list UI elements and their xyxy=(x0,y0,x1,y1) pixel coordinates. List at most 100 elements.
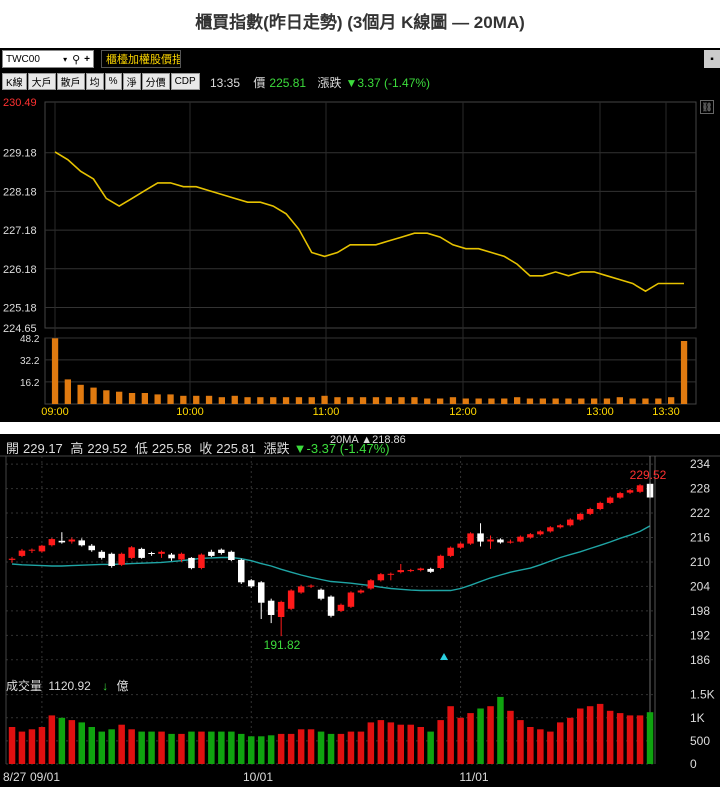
candle-body xyxy=(18,550,26,556)
candle-body xyxy=(616,493,624,498)
price-tick-label: 222 xyxy=(690,506,710,520)
candle-body xyxy=(228,551,235,560)
intraday-volume-bar xyxy=(629,398,636,404)
low-label: 低 xyxy=(134,441,148,456)
intraday-volume-bar xyxy=(488,398,495,404)
candle-body xyxy=(337,604,345,611)
volume-bar xyxy=(577,708,584,764)
price-tick-label: 229.18 xyxy=(3,148,37,160)
intraday-volume-bar xyxy=(603,398,611,404)
volume-bar xyxy=(616,713,624,764)
intraday-volume-bar xyxy=(578,398,585,404)
volume-bar xyxy=(58,717,66,765)
volume-bar xyxy=(497,696,504,764)
volume-bar xyxy=(586,706,594,764)
candle-body xyxy=(397,570,404,573)
volume-bar xyxy=(307,729,315,764)
intraday-volume-bar xyxy=(270,397,277,404)
intraday-volume-bar xyxy=(501,398,508,404)
candle-body xyxy=(606,497,614,503)
candle-body xyxy=(108,553,115,566)
intraday-volume-bar xyxy=(616,397,623,404)
volume-tick-label: 16.2 xyxy=(20,378,40,389)
candle-body xyxy=(168,554,175,559)
price-frame xyxy=(44,101,697,329)
intraday-volume-bar xyxy=(680,341,688,404)
intraday-volume-bar xyxy=(372,397,380,404)
candle-body xyxy=(258,582,265,603)
intraday-volume-bar xyxy=(398,397,405,404)
intraday-volume-bar xyxy=(128,393,136,404)
volume-bar xyxy=(8,727,16,764)
price-tick-label: 198 xyxy=(690,604,710,618)
candle-body xyxy=(287,590,295,609)
volume-bar xyxy=(626,715,634,764)
intraday-volume-bar xyxy=(180,395,187,404)
volume-bar xyxy=(108,729,115,764)
volume-bar xyxy=(457,717,464,765)
candle-body xyxy=(98,551,105,558)
date-tick-label: 11/01 xyxy=(459,770,488,784)
intraday-volume-bar xyxy=(231,395,238,404)
volume-bar xyxy=(477,708,484,764)
volume-bar xyxy=(188,731,195,764)
open-label: 開 xyxy=(6,441,20,456)
intraday-volume-bar xyxy=(167,394,174,404)
candle-body xyxy=(567,519,574,526)
volume-arrow: ↓ xyxy=(102,679,109,693)
intraday-volume-bar xyxy=(359,397,367,404)
volume-bar xyxy=(68,720,76,764)
volume-bar xyxy=(228,731,235,764)
volume-bar xyxy=(158,731,165,764)
intraday-volume-bar xyxy=(77,384,84,404)
volume-bar xyxy=(487,706,494,764)
intraday-price-line xyxy=(54,151,684,293)
candle-body xyxy=(586,509,594,514)
volume-bar xyxy=(337,733,345,764)
candle-body xyxy=(507,541,514,543)
volume-bar xyxy=(646,712,654,764)
volume-bar xyxy=(118,724,125,764)
volume-bar xyxy=(138,731,145,764)
candle-body xyxy=(138,548,145,558)
candle-body xyxy=(387,573,395,575)
volume-bar xyxy=(208,731,215,764)
candle-body xyxy=(447,547,454,556)
volume-bar xyxy=(537,729,544,764)
time-tick-label: 11:00 xyxy=(313,406,340,418)
intraday-volume-bar xyxy=(154,394,161,404)
candle-body xyxy=(327,596,335,616)
close-value: 225.81 xyxy=(216,441,256,456)
intraday-volume-bar xyxy=(141,393,148,404)
candle-body xyxy=(148,553,155,554)
candle-body xyxy=(487,539,494,542)
intraday-panel: TWC00 ▾ ⚲ + 櫃檯加權股價指 ▪ K線 大戶 散戶均% 淨分價 CDP 13:… xyxy=(0,48,720,422)
intraday-volume-bar xyxy=(565,398,572,404)
candle-body xyxy=(517,536,524,542)
candle-body xyxy=(68,539,76,542)
candle-body xyxy=(38,545,46,552)
candle-body xyxy=(557,525,564,528)
intraday-volume-bar xyxy=(103,390,110,404)
intraday-volume-bar xyxy=(257,397,264,404)
price-tick-label: 225.18 xyxy=(3,302,37,314)
intraday-volume-bar xyxy=(539,398,546,404)
candle-body xyxy=(88,545,95,551)
low-marker: 191.82 xyxy=(264,638,301,652)
candle-body xyxy=(297,586,305,593)
volume-bar xyxy=(397,724,404,764)
volume-bar xyxy=(317,731,325,764)
time-tick-label: 12:00 xyxy=(449,406,477,418)
candle-body xyxy=(547,527,554,532)
volume-bar xyxy=(517,720,524,764)
candle-body xyxy=(407,570,414,572)
intraday-volume-bar xyxy=(526,398,534,404)
volume-tick-label: 32.2 xyxy=(20,356,40,367)
price-tick-label: 234 xyxy=(690,457,710,471)
candle-body xyxy=(48,539,56,546)
intraday-volume-bar xyxy=(295,397,303,404)
candle-body xyxy=(8,558,16,560)
intraday-volume-bar xyxy=(90,387,97,404)
volume-bar xyxy=(327,733,335,764)
candle-body xyxy=(218,549,225,553)
